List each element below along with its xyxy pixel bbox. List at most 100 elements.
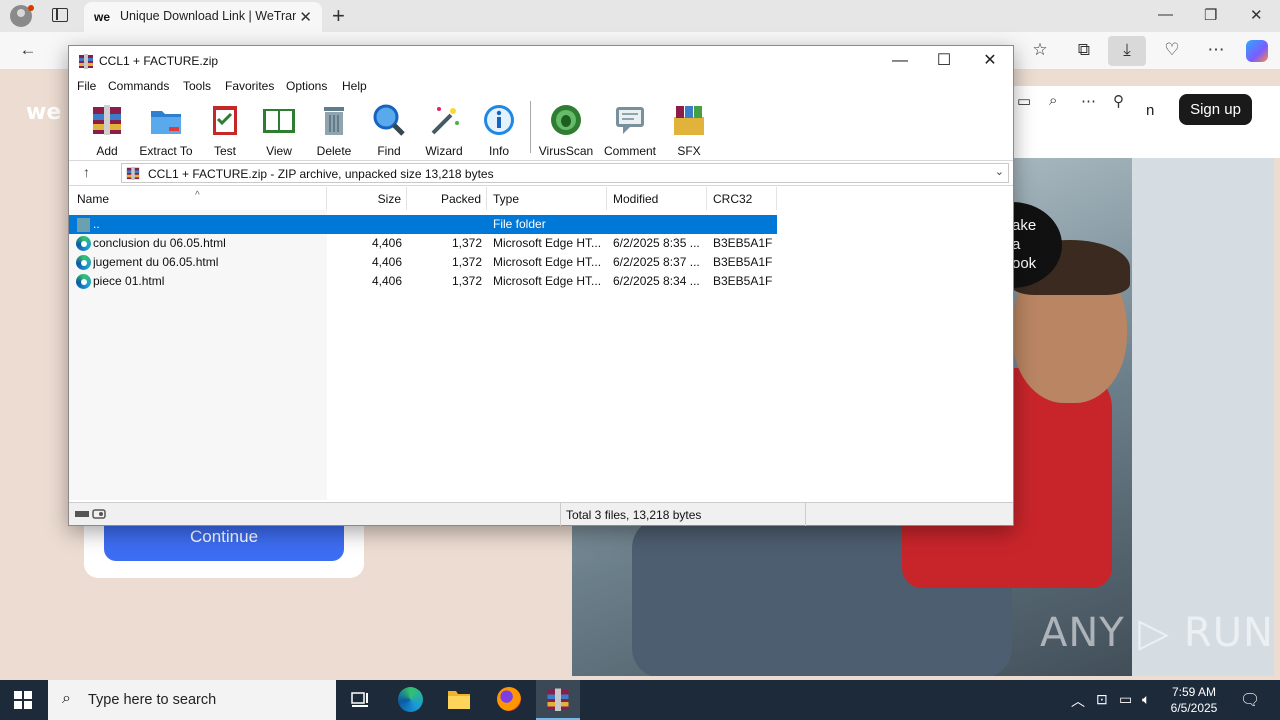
info-label: Info <box>488 144 509 158</box>
up-folder-icon[interactable]: ↑ <box>83 164 90 180</box>
tray-volume-icon[interactable]: 🔈︎ <box>1142 691 1150 708</box>
archive-path-box[interactable]: CCL1 + FACTURE.zip - ZIP archive, unpack… <box>121 163 1009 183</box>
row-type: Microsoft Edge HT... <box>493 236 602 250</box>
info-icon <box>484 105 514 135</box>
wetransfer-favicon-icon: we <box>94 10 111 24</box>
extract-folder-icon <box>151 111 181 134</box>
browser-tab-bar: we Unique Download Link | WeTransfer ✕ +… <box>0 0 1280 32</box>
edge-html-file-icon <box>76 274 91 289</box>
browser-tab-active[interactable]: we Unique Download Link | WeTransfer ✕ <box>84 2 322 32</box>
back-arrow-icon[interactable]: ← <box>16 39 40 61</box>
taskbar-edge-button[interactable] <box>388 680 432 720</box>
minimize-browser-icon[interactable]: — <box>1158 6 1173 23</box>
collections-icon[interactable]: ⧉ <box>1072 39 1096 61</box>
close-icon[interactable]: ✕ <box>967 50 1013 72</box>
row-crc32: B3EB5A1F <box>713 236 773 250</box>
notifications-icon[interactable]: 🗨︎ <box>1240 690 1260 710</box>
winrar-title-bar[interactable]: CCL1 + FACTURE.zip — ☐ ✕ <box>69 46 1013 76</box>
status-separator <box>805 503 806 526</box>
tab-title: Unique Download Link | WeTransfer <box>120 9 296 23</box>
login-partial-text[interactable]: n <box>1146 102 1154 119</box>
column-header-size[interactable]: Size <box>327 187 407 210</box>
more-icon[interactable]: ⋯ <box>1081 92 1096 110</box>
virusscan-button[interactable]: VirusScan <box>535 101 597 158</box>
menu-help[interactable]: Help <box>342 79 367 93</box>
row-modified: 6/2/2025 8:37 ... <box>613 255 700 269</box>
column-header-crc32[interactable]: CRC32 <box>707 187 777 210</box>
browser-essentials-icon[interactable]: ♡ <box>1160 39 1184 61</box>
tray-device-icon[interactable]: ⊡ <box>1096 691 1108 708</box>
view-button[interactable]: View <box>248 101 310 158</box>
tray-network-icon[interactable]: ▭ <box>1119 691 1132 708</box>
column-header-name[interactable]: Name ^ <box>69 187 327 210</box>
tray-chevron-up-icon[interactable]: ︿ <box>1071 691 1085 711</box>
search-icon[interactable]: ⌕ <box>1049 92 1057 109</box>
copilot-icon[interactable] <box>1246 40 1268 62</box>
edge-html-file-icon <box>76 255 91 270</box>
taskbar-explorer-button[interactable] <box>437 680 481 720</box>
row-name: .. <box>93 217 100 231</box>
virusscan-label: VirusScan <box>538 144 594 158</box>
column-packed-label: Packed <box>440 192 481 206</box>
add-button[interactable]: Add <box>76 101 138 158</box>
folder-icon[interactable]: ▭ <box>1017 92 1031 110</box>
table-row-parent-folder[interactable]: .. File folder <box>69 215 777 234</box>
tab-actions-icon[interactable] <box>52 8 68 22</box>
new-tab-button[interactable]: + <box>332 3 345 29</box>
wizard-button[interactable]: Wizard <box>413 101 475 158</box>
column-header-type[interactable]: Type <box>487 187 607 210</box>
menu-commands[interactable]: Commands <box>108 79 169 93</box>
delete-label: Delete <box>316 144 352 158</box>
winrar-window: CCL1 + FACTURE.zip — ☐ ✕ File Commands T… <box>68 45 1014 526</box>
minimize-icon[interactable]: — <box>877 50 923 72</box>
row-size: 4,406 <box>371 255 402 269</box>
menu-options[interactable]: Options <box>286 79 327 93</box>
archive-path-text: CCL1 + FACTURE.zip - ZIP archive, unpack… <box>148 167 494 181</box>
row-name: conclusion du 06.05.html <box>93 236 226 250</box>
toolbar-separator <box>530 101 531 153</box>
maximize-icon[interactable]: ☐ <box>921 50 967 72</box>
favorites-star-icon[interactable]: ☆ <box>1028 39 1052 61</box>
row-name: jugement du 06.05.html <box>93 255 219 269</box>
column-header-packed[interactable]: Packed <box>407 187 487 210</box>
close-browser-icon[interactable]: ✕ <box>1250 6 1263 24</box>
menu-favorites[interactable]: Favorites <box>225 79 274 93</box>
wizard-label: Wizard <box>425 144 463 158</box>
settings-more-icon[interactable]: ⋯ <box>1204 39 1228 61</box>
menu-file[interactable]: File <box>77 79 96 93</box>
test-button[interactable]: Test <box>194 101 256 158</box>
taskbar-clock[interactable]: 7:59 AM 6/5/2025 <box>1166 684 1222 716</box>
clock-time: 7:59 AM <box>1171 685 1217 699</box>
table-row[interactable]: jugement du 06.05.html 4,406 1,372 Micro… <box>69 253 777 272</box>
delete-button[interactable]: Delete <box>303 101 365 158</box>
comment-label: Comment <box>603 144 656 158</box>
row-name: piece 01.html <box>93 274 165 288</box>
status-separator <box>560 503 561 526</box>
menu-bar: File Commands Tools Favorites Options He… <box>69 76 1013 97</box>
sign-up-button[interactable]: Sign up <box>1179 94 1252 125</box>
find-button[interactable]: Find <box>358 101 420 158</box>
sfx-button[interactable]: SFX <box>658 101 720 158</box>
column-header-modified[interactable]: Modified <box>607 187 707 210</box>
taskbar-search-box[interactable]: ⌕ Type here to search <box>48 680 336 720</box>
anyrun-watermark: ANY ▷ RUN <box>1040 610 1274 656</box>
add-label: Add <box>96 144 118 158</box>
toolbar: Add Extract To Test View Delete Find Wiz… <box>69 97 1013 158</box>
wizard-wand-icon <box>431 107 459 135</box>
extract-to-button[interactable]: Extract To <box>135 101 197 158</box>
table-row[interactable]: conclusion du 06.05.html 4,406 1,372 Mic… <box>69 234 777 253</box>
taskbar-firefox-button[interactable] <box>487 680 531 720</box>
table-row[interactable]: piece 01.html 4,406 1,372 Microsoft Edge… <box>69 272 777 291</box>
info-button[interactable]: Info <box>468 101 530 158</box>
download-arrow-icon: ⤓ <box>1123 40 1131 59</box>
menu-tools[interactable]: Tools <box>183 79 211 93</box>
task-view-button[interactable] <box>338 680 382 720</box>
chevron-down-icon[interactable]: ⌄ <box>995 165 1004 178</box>
windows-start-icon[interactable] <box>14 691 32 709</box>
photo-badge-text: ake a ook <box>1012 217 1037 272</box>
taskbar-winrar-button[interactable] <box>536 680 580 720</box>
pin-icon[interactable]: ⚲ <box>1113 92 1124 110</box>
comment-button[interactable]: Comment <box>599 101 661 158</box>
restore-browser-icon[interactable]: ❐ <box>1204 6 1217 24</box>
tab-close-icon[interactable]: ✕ <box>299 8 312 26</box>
